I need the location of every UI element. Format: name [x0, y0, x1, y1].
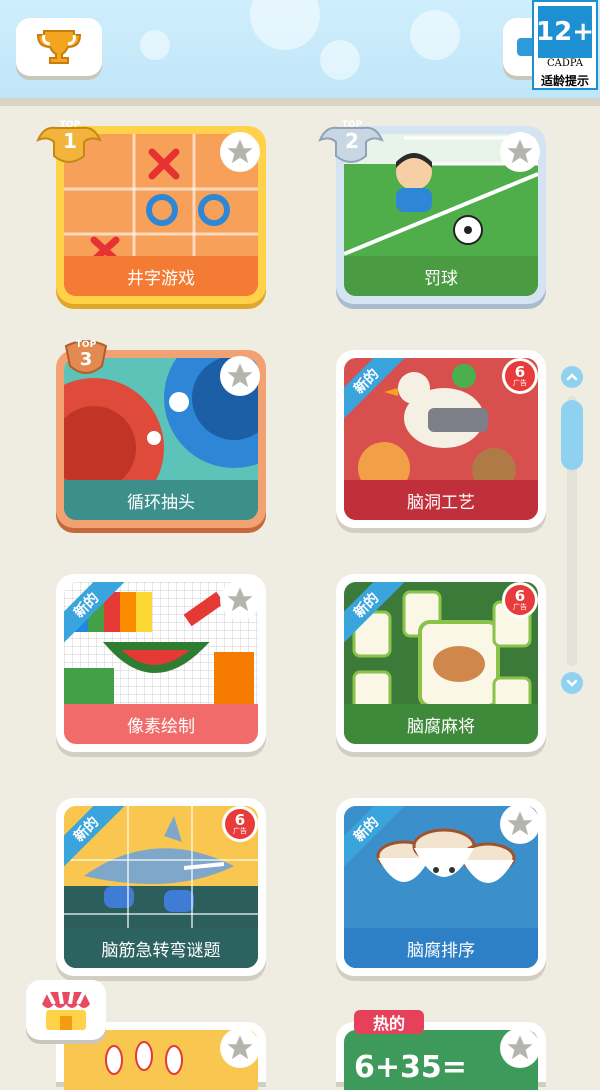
- game-card-brain-craft[interactable]: 新的 脑洞工艺 6 广告: [336, 350, 546, 528]
- ad-badge: 6 广告: [502, 582, 538, 618]
- new-tag: 新的: [64, 806, 130, 873]
- chevron-down-icon: [566, 679, 578, 687]
- age-rating-badge: 12+ CADPA 适龄提示: [532, 0, 598, 90]
- favorite-button[interactable]: [500, 1028, 540, 1068]
- star-icon: [507, 1035, 533, 1060]
- chevron-up-icon: [566, 373, 578, 381]
- rank-number: 3: [79, 349, 93, 370]
- decor-bubble: [410, 10, 460, 60]
- ad-age: 6: [514, 363, 526, 381]
- decor-bubble: [320, 40, 360, 80]
- age-rating-tip: 适龄提示: [540, 74, 589, 88]
- favorite-button[interactable]: [220, 1028, 260, 1068]
- rank-badge-1: TOP 1: [34, 116, 102, 164]
- ad-badge: 6 广告: [222, 806, 258, 842]
- decor-bubble: [140, 30, 170, 60]
- ad-label: 广告: [513, 603, 527, 611]
- age-rating-org: CADPA: [547, 58, 583, 69]
- game-title: 脑腐麻将: [344, 704, 538, 744]
- game-title: 脑洞工艺: [344, 480, 538, 520]
- star-icon: [507, 811, 533, 836]
- ad-age: 6: [514, 587, 526, 605]
- game-title: 脑腐排序: [344, 928, 538, 968]
- rank-number: 1: [63, 129, 77, 153]
- game-title: 像素绘制: [64, 704, 258, 744]
- math-preview-text: 6+35=: [354, 1050, 467, 1085]
- star-icon: [227, 587, 253, 612]
- new-tag: 新的: [344, 806, 410, 873]
- favorite-button[interactable]: [220, 132, 260, 172]
- trophy-icon: [36, 30, 82, 64]
- star-icon: [227, 363, 253, 388]
- star-icon: [227, 139, 253, 164]
- game-title: 脑筋急转弯谜题: [64, 928, 258, 968]
- rank-number: 2: [345, 129, 359, 153]
- new-tag: 新的: [64, 582, 130, 649]
- scroll-up-button[interactable]: [561, 366, 583, 388]
- scroll-thumb[interactable]: [561, 400, 583, 470]
- decor-bubble: [250, 0, 320, 50]
- game-card-pixel-draw[interactable]: 新的 像素绘制: [56, 574, 266, 752]
- favorite-button[interactable]: [220, 356, 260, 396]
- ad-age: 6: [234, 811, 246, 829]
- game-title: 罚球: [344, 256, 538, 296]
- shop-button[interactable]: [26, 980, 106, 1040]
- star-icon: [227, 1035, 253, 1060]
- favorite-button[interactable]: [500, 804, 540, 844]
- header-divider: [0, 98, 600, 106]
- shop-icon: [42, 991, 90, 1030]
- ad-label: 广告: [233, 827, 247, 835]
- new-tag: 新的: [344, 358, 410, 425]
- game-title: 循环抽头: [64, 480, 258, 520]
- game-title: 井字游戏: [64, 256, 258, 296]
- favorite-button[interactable]: [500, 132, 540, 172]
- new-tag: 新的: [344, 582, 410, 649]
- scrollbar[interactable]: [561, 366, 583, 696]
- hot-tag: 热的: [354, 1010, 424, 1034]
- rank-badge-2: TOP 2: [316, 116, 384, 164]
- ad-badge: 6 广告: [502, 358, 538, 394]
- game-card-brain-teaser[interactable]: 新的 脑筋急转弯谜题 6 广告: [56, 798, 266, 976]
- age-rating-number: 12+: [536, 6, 594, 58]
- leaderboard-button[interactable]: [16, 18, 102, 76]
- rank-badge-3: TOP 3: [58, 336, 118, 384]
- scroll-down-button[interactable]: [561, 672, 583, 694]
- game-card-sort[interactable]: 新的 脑腐排序: [336, 798, 546, 976]
- star-icon: [507, 139, 533, 164]
- ad-label: 广告: [513, 379, 527, 387]
- game-card-mahjong[interactable]: 新的 脑腐麻将 6 广告: [336, 574, 546, 752]
- favorite-button[interactable]: [220, 580, 260, 620]
